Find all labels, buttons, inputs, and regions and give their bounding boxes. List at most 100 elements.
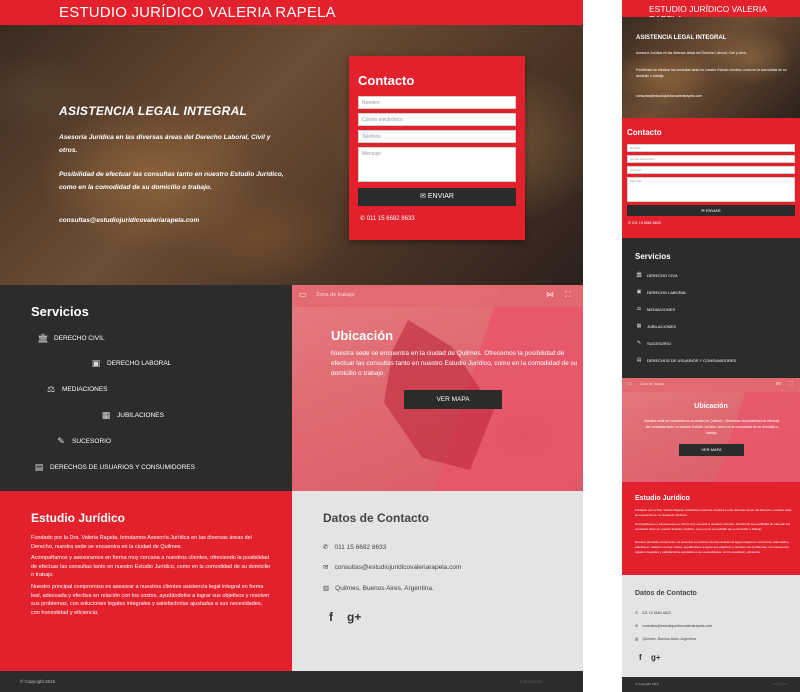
envelope-icon: ✉ bbox=[420, 193, 426, 200]
google-plus-icon[interactable]: g+ bbox=[651, 653, 661, 662]
mobile-map-section[interactable]: ▭ Zona de trabajo ⋈ ⛶ Ubicación Nuestra … bbox=[622, 378, 800, 482]
document-icon: ✎ bbox=[57, 436, 65, 446]
about-title: Estudio Jurídico bbox=[31, 511, 126, 525]
map-layers-icon[interactable]: ▭ bbox=[627, 381, 632, 387]
service-item-mediaciones[interactable]: ⚖ MEDIACIONES bbox=[46, 384, 108, 394]
mobile-services-section: Servicios 🏛 DERECHO CIVIL ▣ DERECHO LABO… bbox=[622, 238, 800, 378]
location-text: Nuestra sede se encuentra en la ciudad d… bbox=[331, 350, 578, 377]
hero-title: ASISTENCIA LEGAL INTEGRAL bbox=[59, 104, 248, 118]
send-button[interactable]: ✉ ENVIAR bbox=[358, 188, 516, 206]
view-map-button[interactable]: VER MAPA bbox=[404, 390, 502, 409]
desktop-view: ESTUDIO JURÍDICO VALERIA RAPELA ASISTENC… bbox=[0, 0, 583, 692]
service-item-sucesorio[interactable]: ✎ SUCESORIO bbox=[56, 436, 111, 446]
envelope-icon: ✉ bbox=[701, 208, 705, 213]
mobile-service-item-mediaciones[interactable]: ⚖ MEDIACIONES bbox=[636, 306, 675, 312]
fullscreen-icon[interactable]: ⛶ bbox=[565, 290, 571, 300]
envelope-icon: ✉ bbox=[323, 564, 329, 571]
site-header: ESTUDIO JURÍDICO VALERIA RAPELA bbox=[0, 0, 583, 25]
mobile-details-phone: ✆ 011 15 6682 8633 bbox=[635, 611, 671, 615]
share-icon[interactable]: ⋈ bbox=[546, 290, 554, 299]
map-icon: ▥ bbox=[635, 637, 639, 641]
mobile-details-email-text: consultas@estudiojuridicovaleriarapela.c… bbox=[642, 624, 713, 628]
service-label: DERECHO CIVIL bbox=[54, 334, 105, 342]
mobile-service-item-sucesorio[interactable]: ✎ SUCESORIO bbox=[636, 340, 671, 346]
mobile-map-toolbar: ▭ Zona de trabajo ⋈ ⛶ bbox=[622, 378, 800, 392]
service-label: DERECHO LABORAL bbox=[107, 359, 172, 367]
phone-icon: ✆ bbox=[635, 611, 639, 615]
copyright: © Copyright 2016 bbox=[20, 679, 56, 684]
building-icon: ▦ bbox=[636, 323, 642, 329]
mobile-services-title: Servicios bbox=[635, 252, 671, 261]
mobile-hero-text-1: Asesoría Jurídica en las diversas áreas … bbox=[636, 51, 748, 55]
mobile-email-field[interactable]: Correo electrónico bbox=[627, 155, 795, 163]
mobile-about-text-3: Nuestro principal compromiso es asesorar… bbox=[635, 540, 790, 554]
service-item-derecho-civil[interactable]: 🏛 DERECHO CIVIL bbox=[37, 333, 105, 343]
mobile-location-title: Ubicación bbox=[694, 403, 728, 410]
brand-title[interactable]: ESTUDIO JURÍDICO VALERIA RAPELA bbox=[59, 4, 336, 21]
mobile-copyright: © Copyright 2016 bbox=[635, 682, 659, 686]
hero-email-link[interactable]: consultas@estudiojuridicovaleriarapela.c… bbox=[59, 214, 289, 227]
mobile-service-item-jubilaciones[interactable]: ▦ JUBILACIONES bbox=[636, 323, 676, 329]
email-field[interactable]: Correo electrónico bbox=[358, 113, 516, 126]
phone-field[interactable]: Teléfono bbox=[358, 130, 516, 143]
briefcase-icon: ▣ bbox=[636, 289, 642, 295]
mobile-details-email[interactable]: ✉ consultas@estudiojuridicovaleriarapela… bbox=[635, 624, 712, 628]
mobile-service-item-derecho-civil[interactable]: 🏛 DERECHO CIVIL bbox=[636, 272, 678, 278]
name-field[interactable]: Nombre bbox=[358, 96, 516, 109]
service-label: JUBILACIONES bbox=[117, 411, 164, 419]
site-footer: © Copyright 2016 Laboratorio bbox=[0, 671, 583, 692]
mobile-service-item-consumidores[interactable]: ▤ DERECHOS DE USUARIOS Y CONSUMIDORES bbox=[636, 357, 737, 363]
building-icon: ▦ bbox=[101, 410, 111, 420]
mobile-message-field[interactable]: Mensaje bbox=[627, 177, 795, 202]
google-plus-icon[interactable]: g+ bbox=[347, 610, 361, 624]
facebook-icon[interactable]: f bbox=[329, 610, 333, 624]
mobile-footer-credit[interactable]: Laboratorio bbox=[772, 682, 787, 686]
service-label: SUCESORIO bbox=[72, 437, 112, 445]
details-phone-text: 011 15 6682 8633 bbox=[334, 543, 387, 551]
mobile-contact-title: Contacto bbox=[627, 128, 662, 137]
service-item-derecho-laboral[interactable]: ▣ DERECHO LABORAL bbox=[91, 358, 172, 368]
phone-icon: ✆ bbox=[360, 216, 366, 222]
service-label: DERECHO CIVIL bbox=[647, 272, 679, 278]
service-item-jubilaciones[interactable]: ▦ JUBILACIONES bbox=[101, 410, 164, 420]
mobile-details-phone-text: 011 15 6682 8633 bbox=[642, 611, 671, 615]
mobile-about-title: Estudio Jurídico bbox=[635, 495, 690, 502]
details-phone: ✆ 011 15 6682 8633 bbox=[323, 543, 387, 552]
share-icon[interactable]: ⋈ bbox=[776, 381, 781, 387]
phone-icon: ✆ bbox=[628, 221, 632, 225]
document-icon: ✎ bbox=[636, 340, 642, 346]
location-title: Ubicación bbox=[331, 328, 394, 343]
message-field[interactable]: Mensaje bbox=[358, 147, 516, 182]
service-label: MEDIACIONES bbox=[62, 385, 108, 393]
fullscreen-icon[interactable]: ⛶ bbox=[789, 381, 793, 387]
about-text-1: Fundado por la Dra. Valeria Rapela, brin… bbox=[31, 535, 252, 550]
mobile-map-zone-label: Zona de trabajo bbox=[640, 382, 665, 386]
mobile-hero-title: ASISTENCIA LEGAL INTEGRAL bbox=[636, 35, 727, 41]
contact-form: Contacto Nombre Correo electrónico Teléf… bbox=[349, 56, 525, 240]
facebook-icon[interactable]: f bbox=[639, 653, 642, 662]
mobile-send-label: ENVIAR bbox=[705, 208, 721, 213]
contact-title: Contacto bbox=[358, 73, 415, 88]
service-item-consumidores[interactable]: ▤ DERECHOS DE USUARIOS Y CONSUMIDORES bbox=[34, 462, 195, 472]
mobile-send-button[interactable]: ✉ ENVIAR bbox=[627, 205, 795, 216]
mobile-name-field[interactable]: Nombre bbox=[627, 144, 795, 152]
service-label: DERECHOS DE USUARIOS Y CONSUMIDORES bbox=[647, 357, 737, 363]
mobile-phone-field[interactable]: Teléfono bbox=[627, 166, 795, 174]
service-label: MEDIACIONES bbox=[647, 306, 676, 312]
mobile-view: ESTUDIO JURÍDICO VALERIA RAPELA ASISTENC… bbox=[622, 0, 800, 692]
details-email-text: consultas@estudiojuridicovaleriarapela.c… bbox=[334, 563, 462, 571]
mobile-hero-email-link[interactable]: consultas@estudiojuridicovaleriarapela.c… bbox=[636, 93, 796, 99]
bank-icon: 🏛 bbox=[37, 333, 49, 343]
mobile-service-item-derecho-laboral[interactable]: ▣ DERECHO LABORAL bbox=[636, 289, 687, 295]
map-layers-icon[interactable]: ▭ bbox=[299, 290, 307, 299]
mobile-view-map-button[interactable]: VER MAPA bbox=[679, 444, 744, 456]
about-text-2: Acompañamos y asesoramos en forma muy ce… bbox=[31, 555, 271, 578]
footer-credit[interactable]: Laboratorio bbox=[520, 679, 543, 684]
map-zone-label: Zona de trabajo bbox=[316, 292, 355, 298]
map-section[interactable]: ▭ Zona de trabajo ⋈ ⛶ Ubicación Nuestra … bbox=[292, 285, 583, 491]
details-email[interactable]: ✉ consultas@estudiojuridicovaleriarapela… bbox=[323, 563, 462, 572]
send-label: ENVIAR bbox=[427, 193, 454, 200]
mobile-contact-phone: ✆ 011 15 6682 8633 bbox=[628, 221, 661, 225]
about-section: Estudio Jurídico Fundado por la Dra. Val… bbox=[0, 491, 292, 671]
contact-phone-number: 011 15 6682 8633 bbox=[366, 216, 415, 222]
